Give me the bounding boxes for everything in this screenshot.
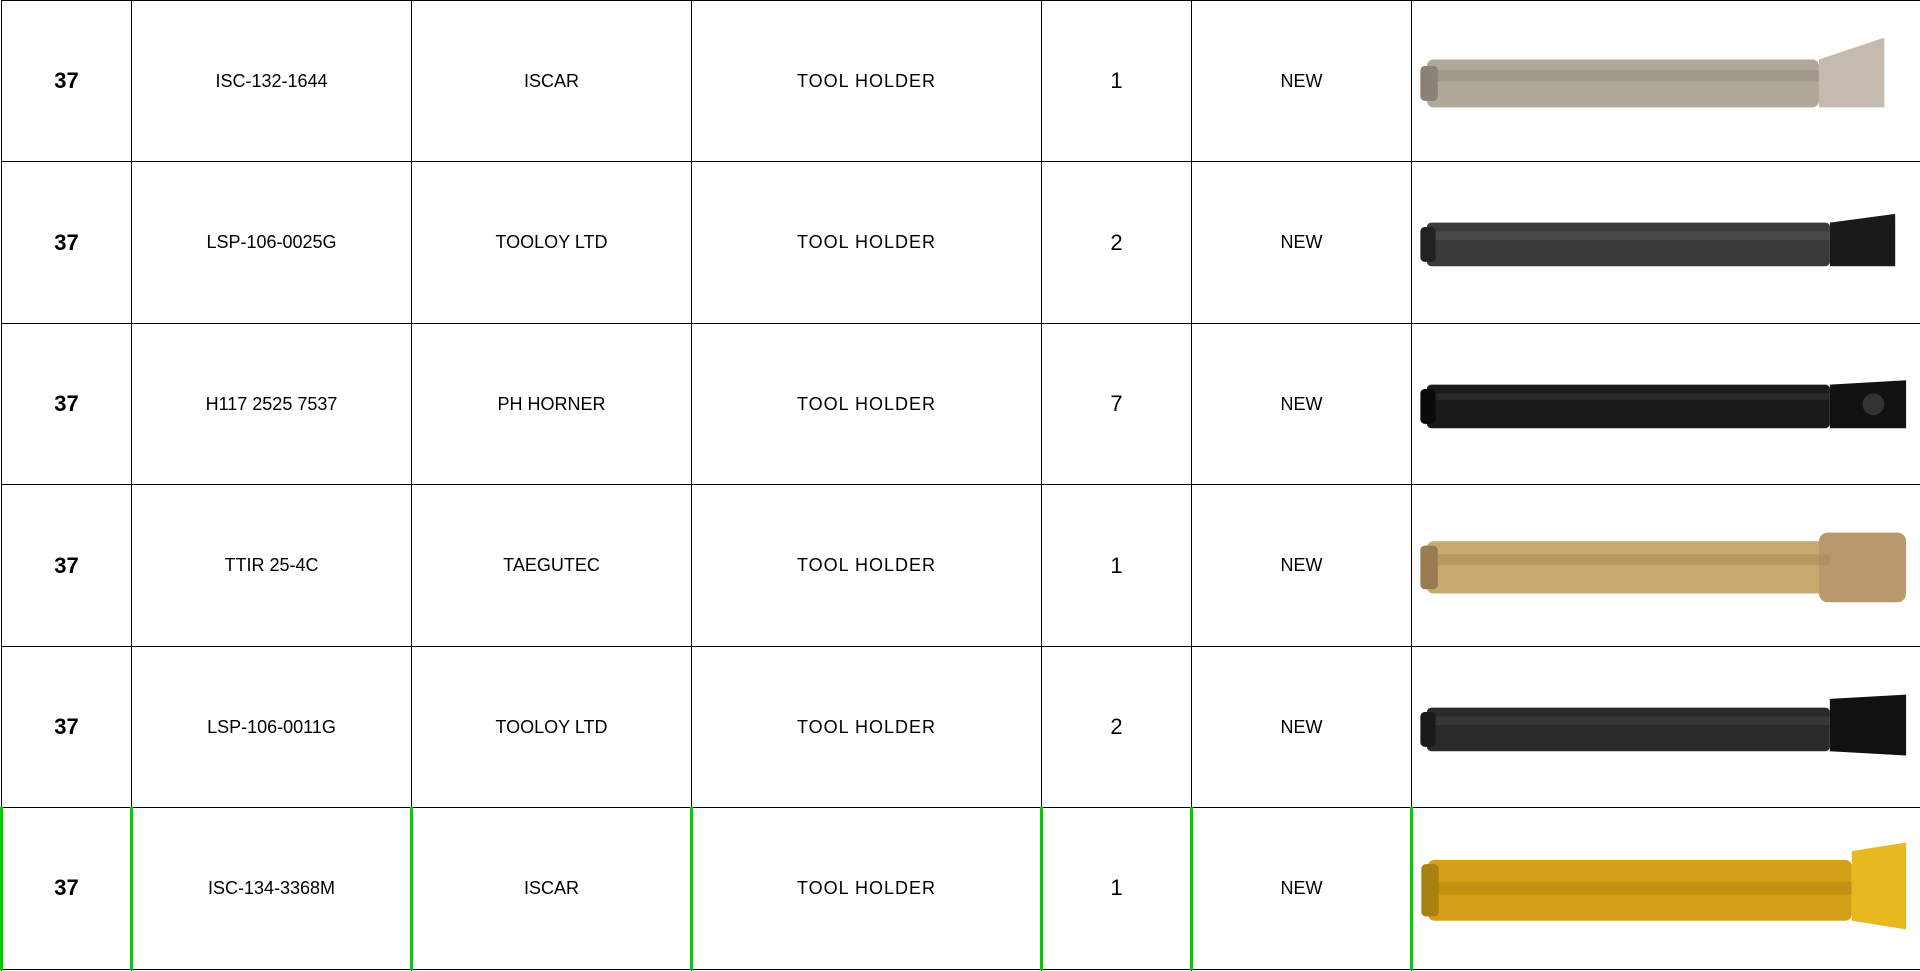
table-row[interactable]: 37 ISC-134-3368M ISCAR TOOL HOLDER 1 NEW (2, 808, 1920, 969)
cell-brand: ISCAR (412, 1, 692, 162)
cell-brand: TOOLOY LTD (412, 162, 692, 323)
cell-type: TOOL HOLDER (692, 485, 1042, 646)
cell-qty: 1 (1042, 808, 1192, 969)
cell-image (1412, 323, 1920, 484)
cell-qty: 7 (1042, 323, 1192, 484)
cell-image (1412, 162, 1920, 323)
cell-image (1412, 485, 1920, 646)
inventory-table: 37 ISC-132-1644 ISCAR TOOL HOLDER 1 NEW … (0, 0, 1920, 971)
table-row[interactable]: 37 TTIR 25-4C TAEGUTEC TOOL HOLDER 1 NEW (2, 485, 1920, 646)
cell-num: 37 (2, 485, 132, 646)
table-row[interactable]: 37 LSP-106-0025G TOOLOY LTD TOOL HOLDER … (2, 162, 1920, 323)
cell-status: NEW (1192, 646, 1412, 807)
cell-image (1412, 646, 1920, 807)
cell-brand: TAEGUTEC (412, 485, 692, 646)
tool-image (1416, 166, 1917, 318)
cell-type: TOOL HOLDER (692, 646, 1042, 807)
cell-brand: ISCAR (412, 808, 692, 969)
cell-type: TOOL HOLDER (692, 1, 1042, 162)
cell-brand: PH HORNER (412, 323, 692, 484)
table-row[interactable]: 37 LSP-106-0011G TOOLOY LTD TOOL HOLDER … (2, 646, 1920, 807)
cell-image (1412, 1, 1920, 162)
table-container: 37 ISC-132-1644 ISCAR TOOL HOLDER 1 NEW … (0, 0, 1920, 971)
cell-qty: 1 (1042, 485, 1192, 646)
tool-image (1416, 489, 1917, 641)
cell-qty: 1 (1042, 1, 1192, 162)
cell-type: TOOL HOLDER (692, 323, 1042, 484)
cell-status: NEW (1192, 1, 1412, 162)
cell-code: TTIR 25-4C (132, 485, 412, 646)
cell-code: H117 2525 7537 (132, 323, 412, 484)
cell-status: NEW (1192, 485, 1412, 646)
cell-type: TOOL HOLDER (692, 808, 1042, 969)
cell-image (1412, 808, 1920, 969)
cell-num: 37 (2, 162, 132, 323)
cell-num: 37 (2, 808, 132, 969)
table-row[interactable]: 37 H117 2525 7537 PH HORNER TOOL HOLDER … (2, 323, 1920, 484)
cell-num: 37 (2, 646, 132, 807)
cell-num: 37 (2, 323, 132, 484)
cell-code: ISC-134-3368M (132, 808, 412, 969)
cell-code: LSP-106-0025G (132, 162, 412, 323)
cell-brand: TOOLOY LTD (412, 646, 692, 807)
table-row[interactable]: 37 ISC-132-1644 ISCAR TOOL HOLDER 1 NEW (2, 1, 1920, 162)
cell-code: ISC-132-1644 (132, 1, 412, 162)
cell-qty: 2 (1042, 162, 1192, 323)
tool-image (1416, 5, 1917, 157)
cell-code: LSP-106-0011G (132, 646, 412, 807)
tool-image (1416, 328, 1917, 480)
tool-image (1416, 651, 1917, 803)
cell-type: TOOL HOLDER (692, 162, 1042, 323)
cell-status: NEW (1192, 808, 1412, 969)
cell-status: NEW (1192, 162, 1412, 323)
cell-status: NEW (1192, 323, 1412, 484)
tool-image (1417, 812, 1917, 964)
cell-qty: 2 (1042, 646, 1192, 807)
cell-num: 37 (2, 1, 132, 162)
